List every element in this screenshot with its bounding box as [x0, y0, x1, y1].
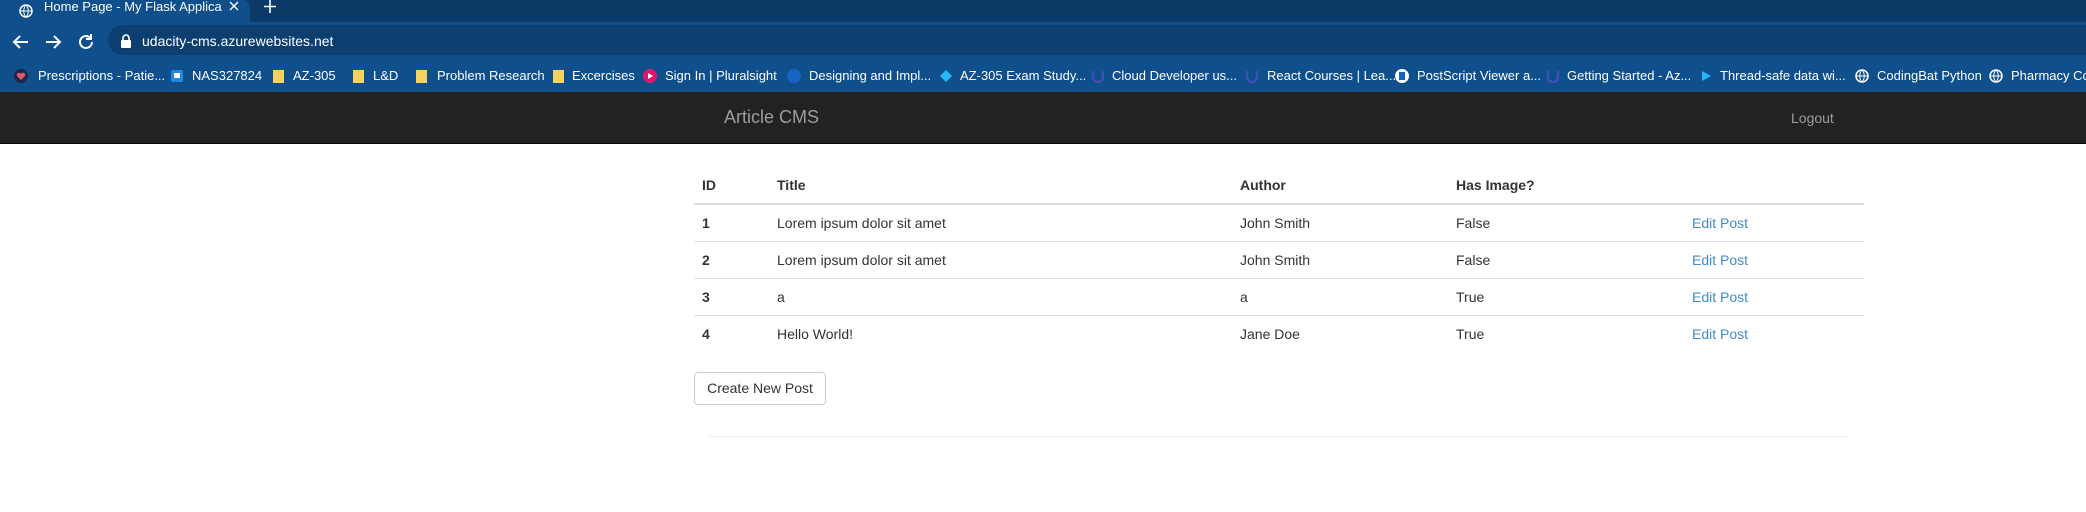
create-new-post-button[interactable]: Create New Post	[694, 372, 826, 405]
row-id: 3	[702, 289, 710, 305]
edit-post-link[interactable]: Edit Post	[1692, 325, 1748, 343]
row-has-image: True	[1456, 326, 1485, 342]
header-divider	[694, 203, 1864, 205]
logout-link[interactable]: Logout	[1791, 109, 1834, 127]
row-divider	[694, 241, 1864, 242]
row-author: John Smith	[1240, 215, 1311, 231]
column-header-title: Title	[777, 177, 806, 193]
globe-icon	[19, 4, 33, 18]
browser-tab-bar: Home Page - My Flask Application	[0, 0, 2086, 22]
row-title: Lorem ipsum dolor sit amet	[777, 215, 946, 231]
edit-post-link[interactable]: Edit Post	[1692, 288, 1748, 306]
column-header-has-image: Has Image?	[1456, 177, 1535, 193]
row-author: a	[1240, 289, 1248, 305]
folder-icon	[353, 70, 364, 83]
forward-arrow-icon[interactable]	[44, 33, 62, 51]
row-title: a	[777, 289, 785, 305]
column-header-id: ID	[702, 177, 716, 193]
heart-icon	[14, 69, 28, 83]
play-icon	[1702, 71, 1711, 81]
circle-icon	[787, 69, 801, 83]
lock-icon	[121, 34, 131, 48]
column-header-author: Author	[1240, 177, 1286, 193]
footer-divider	[709, 436, 1849, 437]
row-author: John Smith	[1240, 252, 1311, 268]
edit-post-link[interactable]: Edit Post	[1692, 251, 1748, 269]
row-divider	[694, 315, 1864, 316]
udacity-icon	[1546, 71, 1560, 83]
edit-post-link[interactable]: Edit Post	[1692, 214, 1748, 232]
udacity-icon	[1245, 71, 1259, 83]
globe-icon	[1855, 69, 1869, 83]
row-has-image: False	[1456, 252, 1491, 268]
row-author: Jane Doe	[1240, 326, 1300, 342]
navbar-brand[interactable]: Article CMS	[724, 106, 819, 128]
row-divider	[694, 278, 1864, 279]
row-has-image: True	[1456, 289, 1485, 305]
udacity-icon	[1091, 71, 1105, 83]
close-icon[interactable]	[227, 0, 241, 14]
app-navbar: Article CMS Logout	[0, 92, 2086, 144]
row-title: Hello World!	[777, 326, 853, 342]
row-id: 4	[702, 326, 710, 342]
url-text[interactable]: udacity-cms.azurewebsites.net	[142, 33, 333, 49]
folder-icon	[273, 70, 284, 83]
row-has-image: False	[1456, 215, 1491, 231]
row-id: 2	[702, 252, 710, 268]
bookmarks-bar: Prescriptions - Patie... NAS327824 AZ-30…	[0, 60, 2086, 92]
folder-icon	[553, 70, 564, 83]
pluralsight-icon	[643, 69, 657, 83]
new-tab-icon[interactable]	[262, 0, 278, 14]
browser-tab[interactable]: Home Page - My Flask Application	[0, 0, 250, 22]
document-icon	[1395, 69, 1409, 83]
row-id: 1	[702, 215, 710, 231]
reload-icon[interactable]	[77, 33, 95, 51]
row-title: Lorem ipsum dolor sit amet	[777, 252, 946, 268]
azure-icon	[940, 70, 952, 82]
folder-icon	[416, 70, 427, 83]
address-bar[interactable]	[108, 25, 2086, 55]
tab-title: Home Page - My Flask Application	[44, 0, 222, 14]
back-arrow-icon[interactable]	[12, 33, 30, 51]
remote-desktop-icon	[171, 70, 183, 82]
globe-icon	[1989, 69, 2003, 83]
